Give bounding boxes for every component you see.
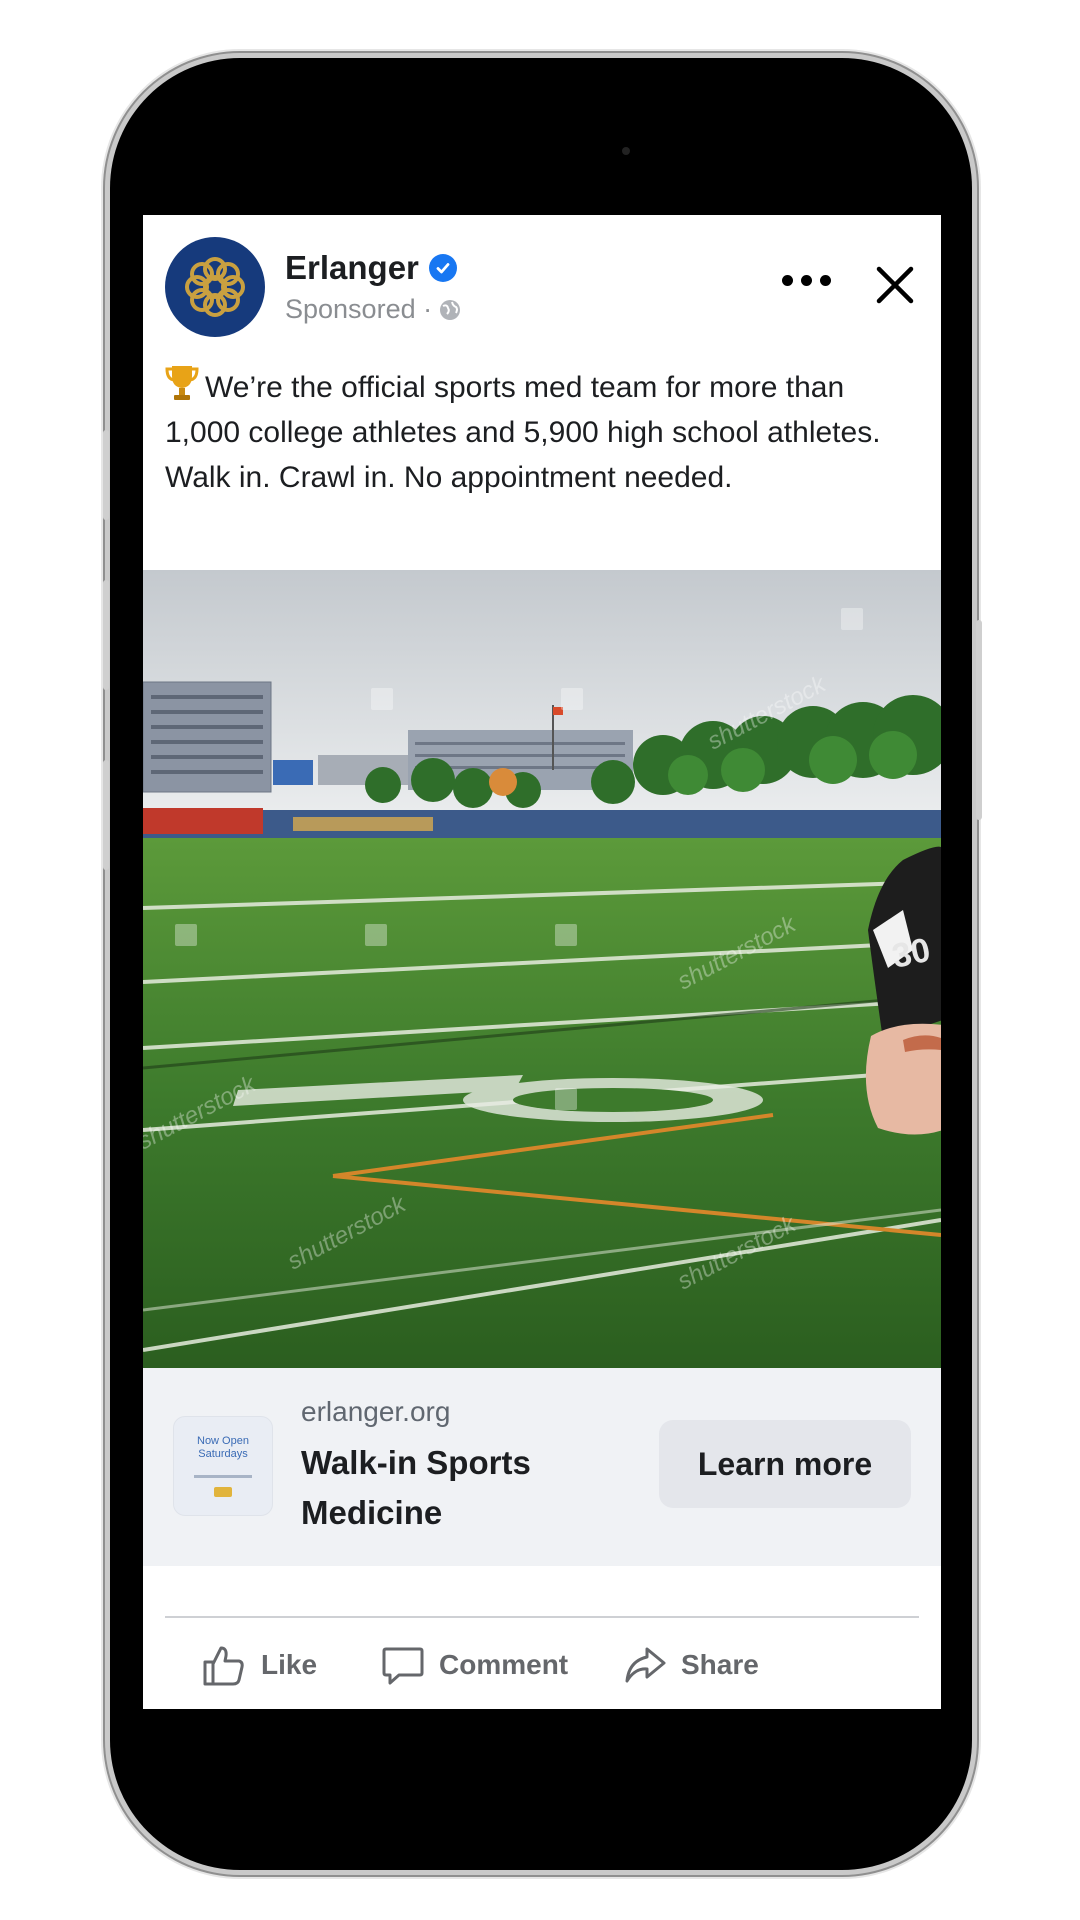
more-dot-icon [781,274,793,286]
comment-bubble-icon [382,1647,424,1685]
front-camera [622,147,630,155]
thumbnail-text: Now Open Saturdays [197,1435,249,1460]
link-thumbnail[interactable]: Now Open Saturdays [173,1416,273,1516]
page-avatar[interactable] [165,237,265,337]
learn-more-button[interactable]: Learn more [659,1420,911,1508]
link-title[interactable]: Walk-in Sports Medicine [301,1438,631,1538]
link-card[interactable]: Now Open Saturdays erlanger.org Walk-in … [143,1368,941,1566]
like-button[interactable]: Like [201,1630,317,1700]
actions-divider [165,1616,919,1618]
post-action-bar: Like Comment Share [143,1630,941,1700]
phone-volume-up-button [103,430,109,520]
erlanger-logo-icon [185,257,245,317]
sponsored-row: Sponsored · [285,294,462,325]
trophy-icon [165,366,199,400]
share-label: Share [681,1649,759,1680]
share-button[interactable]: Share [623,1630,759,1700]
more-dot-icon [819,274,831,286]
more-dot-icon [800,274,812,286]
link-domain: erlanger.org [301,1396,451,1427]
more-options-button[interactable] [771,265,841,295]
ad-image[interactable]: shutterstock shutterstock shutterstock s… [143,570,941,1368]
phone-power-button [976,620,982,820]
close-icon[interactable] [873,263,917,307]
post-text: We’re the official sports med team for m… [165,363,925,500]
jersey-number: 30 [889,931,934,976]
sponsored-label: Sponsored · [285,294,433,324]
globe-icon [440,299,461,320]
thumbnail-logo-icon [214,1487,232,1497]
page-name-row: Erlanger [285,249,457,287]
verified-badge-icon [428,254,457,282]
post-body-text: We’re the official sports med team for m… [165,371,881,494]
comment-button[interactable]: Comment [381,1630,568,1700]
phone-silent-switch [103,760,109,870]
phone-volume-down-button [103,580,109,690]
thumbnail-line [194,1475,252,1478]
like-thumb-icon [203,1646,244,1686]
comment-label: Comment [439,1649,569,1680]
like-label: Like [261,1649,318,1680]
share-arrow-icon [625,1647,666,1683]
football-field-image: shutterstock shutterstock shutterstock s… [143,570,941,1368]
ad-post-screen: Erlanger Sponsored · We’re the official … [143,215,941,1709]
page-name[interactable]: Erlanger [285,249,419,287]
